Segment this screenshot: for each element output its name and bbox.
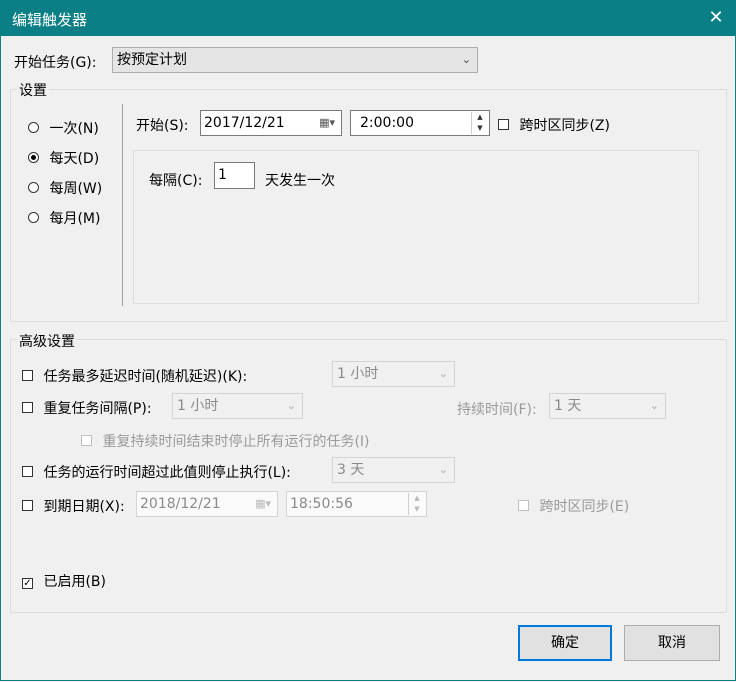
- recur-value: 1: [218, 167, 227, 183]
- chevron-down-icon: ⌄: [438, 463, 448, 476]
- radio-monthly[interactable]: 每月(M): [28, 208, 100, 228]
- repeat-value: 1 小时: [177, 398, 219, 414]
- ok-button[interactable]: 确定: [518, 625, 612, 661]
- spin-down-icon[interactable]: ▼: [409, 504, 425, 515]
- begin-task-value: 按预定计划: [117, 52, 187, 68]
- begin-task-dropdown[interactable]: 按预定计划 ⌄: [112, 47, 478, 73]
- spin-up-icon[interactable]: ▲: [472, 112, 488, 123]
- stop-all-label: 重复持续时间结束时停止所有运行的任务(I): [102, 434, 370, 450]
- radio-daily[interactable]: 每天(D): [28, 148, 99, 168]
- expire-checkbox[interactable]: 到期日期(X):: [22, 496, 125, 516]
- stop-all-box: [81, 435, 92, 446]
- cancel-button[interactable]: 取消: [624, 625, 720, 661]
- delay-dropdown[interactable]: 1 小时 ⌄: [332, 361, 455, 387]
- repeat-dropdown[interactable]: 1 小时 ⌄: [172, 393, 303, 419]
- chevron-down-icon: ⌄: [461, 53, 471, 66]
- chevron-down-icon: ⌄: [438, 367, 448, 380]
- expire-label: 到期日期(X):: [43, 499, 125, 515]
- radio-weekly-indicator: [28, 182, 39, 193]
- radio-daily-label: 每天(D): [49, 151, 100, 167]
- spin-down-icon[interactable]: ▼: [472, 123, 488, 134]
- delay-checkbox[interactable]: 任务最多延迟时间(随机延迟)(K):: [22, 366, 247, 386]
- delay-label: 任务最多延迟时间(随机延迟)(K):: [43, 369, 248, 385]
- duration-label: 持续时间(F):: [457, 402, 537, 418]
- radio-monthly-indicator: [28, 212, 39, 223]
- enabled-checkbox[interactable]: ✓ 已启用(B): [22, 571, 106, 591]
- radio-weekly-label: 每周(W): [49, 181, 103, 197]
- radio-once[interactable]: 一次(N): [28, 118, 99, 138]
- expire-box: [22, 500, 33, 511]
- title-bar: 编辑触发器 ✕: [0, 0, 736, 36]
- sync-tz-label: 跨时区同步(Z): [519, 118, 610, 134]
- start-date-picker[interactable]: 2017/12/21 ▦▾: [200, 110, 342, 136]
- start-time-value: 2:00:00: [360, 115, 414, 131]
- recur-label: 每隔(C):: [149, 173, 203, 189]
- start-label: 开始(S):: [136, 118, 189, 134]
- stop-if-box: [22, 466, 33, 477]
- radio-once-label: 一次(N): [49, 121, 99, 137]
- expire-sync-checkbox[interactable]: 跨时区同步(E): [518, 496, 629, 516]
- expire-time-value: 18:50:56: [290, 496, 353, 512]
- expire-date-picker[interactable]: 2018/12/21 ▦▾: [136, 491, 278, 517]
- advanced-title: 高级设置: [17, 331, 77, 351]
- settings-title: 设置: [17, 80, 49, 100]
- stop-if-checkbox[interactable]: 任务的运行时间超过此值则停止执行(L):: [22, 462, 291, 482]
- stop-all-checkbox[interactable]: 重复持续时间结束时停止所有运行的任务(I): [81, 431, 370, 451]
- radio-once-indicator: [28, 122, 39, 133]
- close-icon[interactable]: ✕: [704, 4, 728, 32]
- stop-if-value: 3 天: [337, 462, 365, 478]
- start-date-value: 2017/12/21: [204, 115, 285, 131]
- delay-value: 1 小时: [337, 366, 379, 382]
- repeat-label: 重复任务间隔(P):: [43, 401, 152, 417]
- start-time-input[interactable]: 2:00:00 ▲ ▼: [350, 110, 490, 136]
- delay-box: [22, 370, 33, 381]
- spin-up-icon[interactable]: ▲: [409, 493, 425, 504]
- chevron-down-icon: ⌄: [649, 399, 659, 412]
- expire-time-input[interactable]: 18:50:56 ▲ ▼: [286, 491, 427, 517]
- checkmark-icon: ✓: [22, 578, 33, 589]
- repeat-box: [22, 402, 33, 413]
- recur-suffix: 天发生一次: [265, 173, 335, 189]
- radio-daily-indicator: [28, 152, 39, 163]
- window-title: 编辑触发器: [12, 11, 88, 29]
- chevron-down-icon: ⌄: [286, 399, 296, 412]
- enabled-label: 已启用(B): [43, 574, 106, 590]
- duration-value: 1 天: [554, 398, 582, 414]
- start-time-spinner[interactable]: ▲ ▼: [471, 112, 488, 134]
- expire-date-value: 2018/12/21: [140, 496, 221, 512]
- calendar-icon[interactable]: ▦▾: [255, 492, 271, 516]
- radio-monthly-label: 每月(M): [49, 211, 101, 227]
- expire-sync-label: 跨时区同步(E): [539, 499, 630, 515]
- sync-tz-box: [498, 119, 509, 130]
- sync-tz-checkbox[interactable]: 跨时区同步(Z): [498, 115, 610, 135]
- calendar-icon[interactable]: ▦▾: [319, 111, 335, 135]
- begin-task-label: 开始任务(G):: [14, 55, 97, 71]
- stop-if-label: 任务的运行时间超过此值则停止执行(L):: [43, 465, 291, 481]
- expire-time-spinner[interactable]: ▲ ▼: [408, 493, 425, 515]
- settings-divider: [122, 104, 123, 306]
- duration-dropdown[interactable]: 1 天 ⌄: [549, 393, 666, 419]
- repeat-checkbox[interactable]: 重复任务间隔(P):: [22, 398, 152, 418]
- stop-if-dropdown[interactable]: 3 天 ⌄: [332, 457, 455, 483]
- radio-weekly[interactable]: 每周(W): [28, 178, 102, 198]
- expire-sync-box: [518, 500, 529, 511]
- recur-input[interactable]: 1: [214, 162, 255, 189]
